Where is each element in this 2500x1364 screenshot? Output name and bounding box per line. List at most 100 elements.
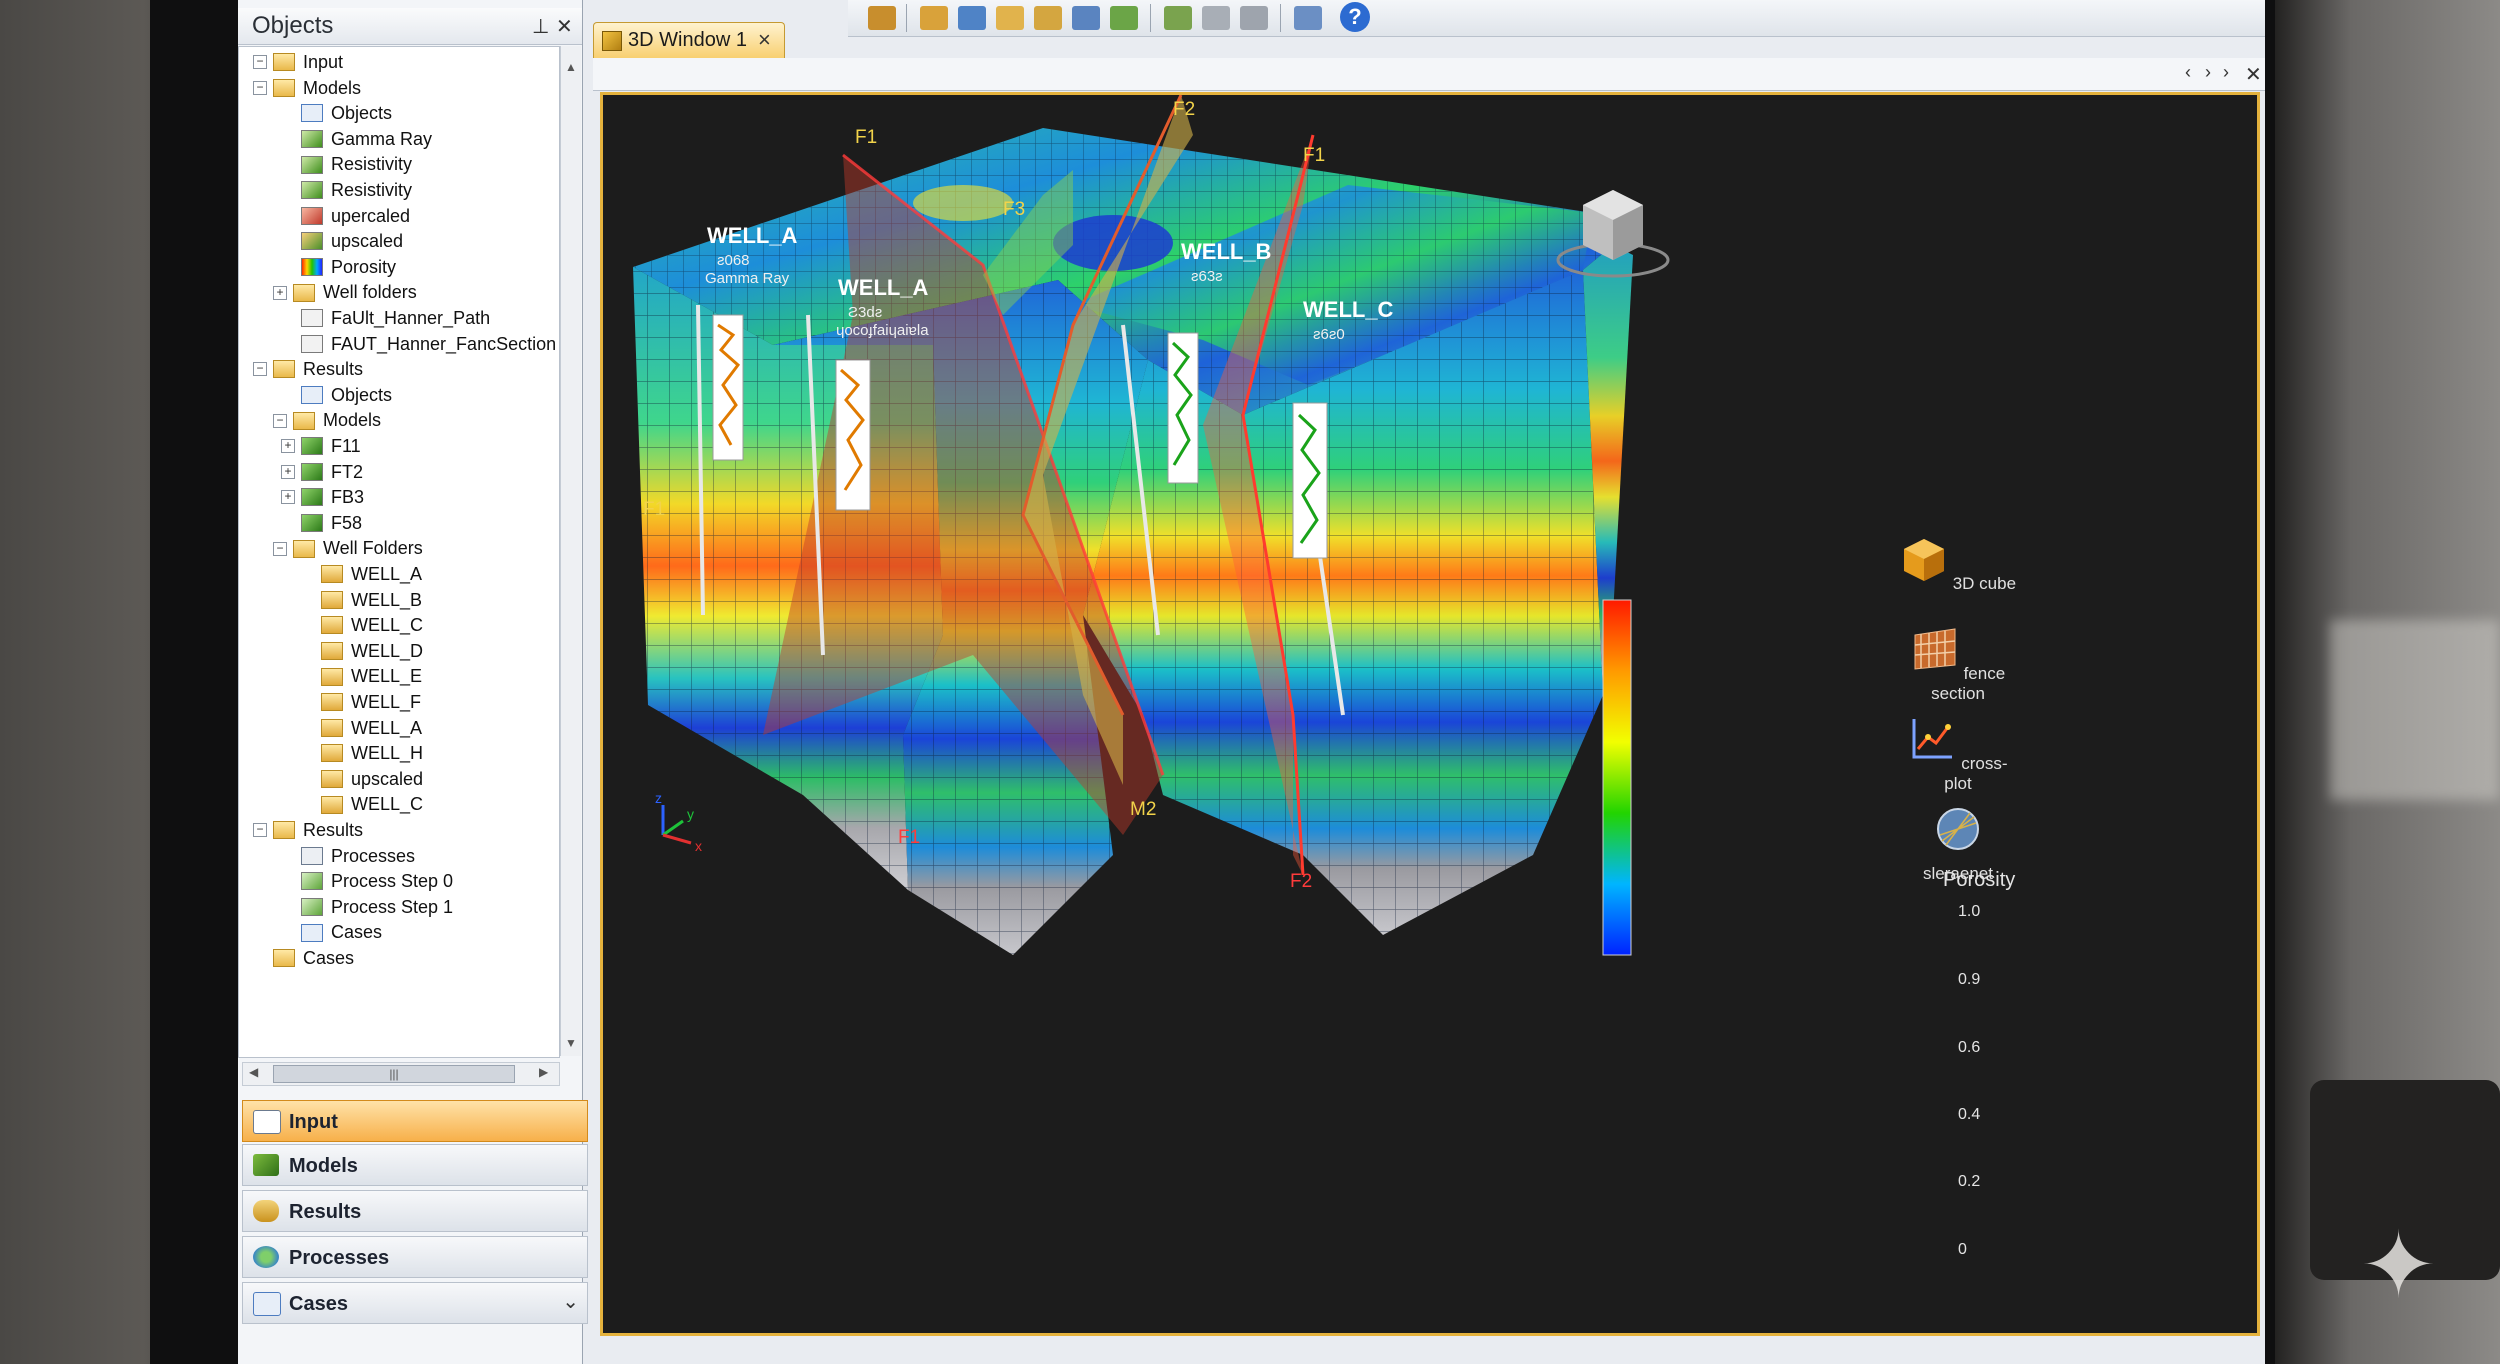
- tree-item[interactable]: + FT2: [281, 461, 363, 486]
- nav-models-label: Models: [289, 1155, 358, 1177]
- nav-results[interactable]: Results: [242, 1190, 588, 1232]
- process-check-icon: [301, 872, 323, 891]
- tree-item[interactable]: Cases: [253, 947, 354, 972]
- collapse-icon[interactable]: −: [273, 541, 287, 556]
- nav-models[interactable]: Models: [242, 1144, 588, 1186]
- collapse-icon[interactable]: −: [253, 55, 267, 70]
- tree-item[interactable]: − Input: [253, 51, 343, 76]
- toolbar-chart-icon[interactable]: [1034, 6, 1062, 30]
- toolbar-surface-icon[interactable]: [1240, 6, 1268, 30]
- log-green-icon: [301, 155, 323, 174]
- tree-item[interactable]: − Results: [253, 358, 363, 383]
- tree-item[interactable]: FaUlt_Hanner_Path: [281, 307, 490, 332]
- 3d-viewport[interactable]: WELL_A ƨ068 Gamma Ray WELL_A Ƨ3dƨ ɥocoɟfaiɥai…: [600, 92, 2260, 1336]
- scroll-up-icon[interactable]: ▲: [565, 60, 577, 74]
- tree-item[interactable]: WELL_A: [301, 717, 422, 742]
- tree-item[interactable]: upercaled: [281, 205, 410, 230]
- legend-tick-0: 0: [1958, 1241, 1967, 1258]
- close-icon[interactable]: ✕: [556, 14, 573, 39]
- tree-item-label: upscaled: [351, 768, 424, 789]
- tree-item[interactable]: − Well Folders: [273, 537, 423, 562]
- scroll-tabs-right-icon[interactable]: ›: [2223, 62, 2229, 83]
- tree-item[interactable]: Objects: [281, 384, 392, 409]
- help-icon[interactable]: ?: [1340, 2, 1370, 32]
- collapse-icon[interactable]: −: [253, 80, 267, 95]
- tab-3d-window[interactable]: 3D Window 1 ×: [593, 22, 785, 59]
- tree-item[interactable]: WELL_F: [301, 691, 421, 716]
- nav-processes[interactable]: Processes: [242, 1236, 588, 1278]
- tab-close-icon[interactable]: ×: [758, 27, 771, 53]
- expand-icon[interactable]: +: [281, 464, 295, 479]
- scroll-left-icon[interactable]: ◀: [249, 1065, 258, 1079]
- 3d-scene[interactable]: WELL_A ƨ068Gamma Ray WELL_A Ƨ3dƨɥocoɟfaiɥai…: [603, 95, 2257, 1333]
- tree-item-label: Input: [303, 51, 344, 72]
- tree-item[interactable]: − Models: [273, 409, 381, 434]
- fault-label: F1: [1303, 145, 1325, 166]
- toolbar-mesh-icon[interactable]: [1202, 6, 1230, 30]
- tool-cross-plot[interactable]: cross-plot: [1898, 715, 2018, 794]
- tool-3d-cube[interactable]: 3D cube: [1898, 535, 2018, 594]
- tree-item[interactable]: Cases: [281, 921, 382, 946]
- toolbar-table-icon[interactable]: [958, 6, 986, 30]
- collapse-icon[interactable]: −: [253, 823, 267, 838]
- toolbar-window-icon[interactable]: [1294, 6, 1322, 30]
- tree-item[interactable]: Resistivity: [281, 153, 412, 178]
- toolbar-layers-icon[interactable]: [920, 6, 948, 30]
- tree-item[interactable]: Process Step 1: [281, 896, 453, 921]
- tree-item[interactable]: upscaled: [281, 230, 403, 255]
- tree-item[interactable]: WELL_E: [301, 665, 422, 690]
- tree-item[interactable]: Resistivity: [281, 179, 412, 204]
- tree-item[interactable]: − Models: [253, 77, 361, 102]
- pin-icon[interactable]: ⊥: [532, 14, 549, 39]
- tree-item[interactable]: WELL_H: [301, 742, 423, 767]
- horizontal-scroll-thumb[interactable]: |||: [273, 1065, 515, 1083]
- nav-cases-label: Cases: [289, 1293, 348, 1315]
- scroll-down-icon[interactable]: ▼: [565, 1036, 577, 1050]
- folder-icon: [273, 360, 295, 379]
- tree-item[interactable]: Gamma Ray: [281, 128, 432, 153]
- toolbar-cube-icon[interactable]: [1164, 6, 1192, 30]
- collapse-icon[interactable]: −: [273, 413, 287, 428]
- tree-vertical-scrollbar[interactable]: ▲ ▼: [560, 46, 581, 1056]
- tree-item[interactable]: Processes: [281, 845, 415, 870]
- nav-cases[interactable]: Cases ⌄: [242, 1282, 588, 1324]
- tree-item[interactable]: WELL_B: [301, 589, 422, 614]
- tree-horizontal-scrollbar[interactable]: ◀ ||| ▶: [242, 1062, 560, 1086]
- chevron-down-icon[interactable]: ⌄: [562, 1289, 579, 1314]
- tree-item[interactable]: Objects: [281, 102, 392, 127]
- processes-icon: [253, 1246, 279, 1268]
- tree-item[interactable]: FAUT_Hanner_FancSection: [281, 333, 556, 358]
- tree-item[interactable]: upscaled: [301, 768, 423, 793]
- collapse-icon[interactable]: −: [253, 362, 267, 377]
- tree-item[interactable]: WELL_C: [301, 614, 423, 639]
- tree-item[interactable]: WELL_C: [301, 793, 423, 818]
- tree-item[interactable]: WELL_D: [301, 640, 423, 665]
- toolbar-grid-icon[interactable]: [868, 6, 896, 30]
- toolbar-process-icon[interactable]: [1072, 6, 1100, 30]
- toolbar-stack-icon[interactable]: [996, 6, 1024, 30]
- scroll-right-icon[interactable]: ▶: [539, 1065, 548, 1079]
- expand-icon[interactable]: +: [273, 285, 287, 300]
- toolbar-add-icon[interactable]: [1110, 6, 1138, 30]
- expand-icon[interactable]: +: [281, 490, 295, 505]
- tree-item[interactable]: + F11: [281, 435, 361, 460]
- well-label: WELL_A: [838, 275, 929, 300]
- window-close-icon[interactable]: ✕: [2245, 62, 2262, 87]
- tree-item[interactable]: F58: [281, 512, 362, 537]
- scroll-tabs-left-icon[interactable]: ‹: [2185, 62, 2191, 83]
- tree-item-label: Results: [303, 358, 364, 379]
- input-icon: [253, 1110, 281, 1134]
- tree-item[interactable]: Process Step 0: [281, 870, 453, 895]
- tree-item[interactable]: + Well folders: [273, 281, 417, 306]
- expand-icon[interactable]: +: [281, 439, 295, 454]
- tool-fence-section[interactable]: fence section: [1898, 625, 2018, 704]
- nav-input[interactable]: Input: [242, 1100, 588, 1142]
- legend-tick-0-4: 0.4: [1958, 1106, 1981, 1123]
- top-high-zone: [913, 185, 1013, 221]
- tree-item[interactable]: Porosity: [281, 256, 396, 281]
- tree-item[interactable]: − Results: [253, 819, 363, 844]
- tree-item[interactable]: WELL_A: [301, 563, 422, 588]
- tab-list-icon[interactable]: ›: [2205, 62, 2211, 83]
- well-icon: [321, 590, 343, 609]
- tree-item[interactable]: + FB3: [281, 486, 364, 511]
